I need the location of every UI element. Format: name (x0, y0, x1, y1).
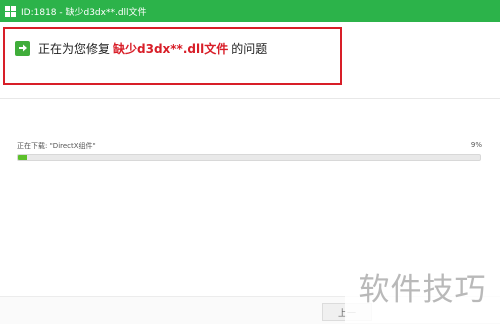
status-highlight: 缺少d3dx**.dll文件 (113, 41, 229, 56)
divider (0, 98, 500, 99)
status-prefix: 正在为您修复 (38, 41, 111, 56)
status-suffix: 的问题 (231, 41, 268, 56)
progress-fill (18, 155, 28, 160)
watermark-text: 软件技巧 (358, 272, 487, 308)
progress-bar (17, 154, 481, 161)
window-title: ID:1818 - 缺少d3dx**.dll文件 (21, 7, 147, 18)
app-logo-icon (5, 5, 16, 17)
watermark: 软件技巧 (345, 250, 500, 323)
arrow-right-icon (15, 40, 30, 56)
download-label: 正在下载: "DirectX组件" (17, 142, 96, 150)
download-percent: 9% (470, 141, 482, 149)
title-bar: ID:1818 - 缺少d3dx**.dll文件 (0, 0, 500, 22)
status-message: 正在为您修复 缺少d3dx**.dll文件 的问题 (38, 40, 267, 57)
repair-status: 正在为您修复 缺少d3dx**.dll文件 的问题 (15, 38, 267, 58)
